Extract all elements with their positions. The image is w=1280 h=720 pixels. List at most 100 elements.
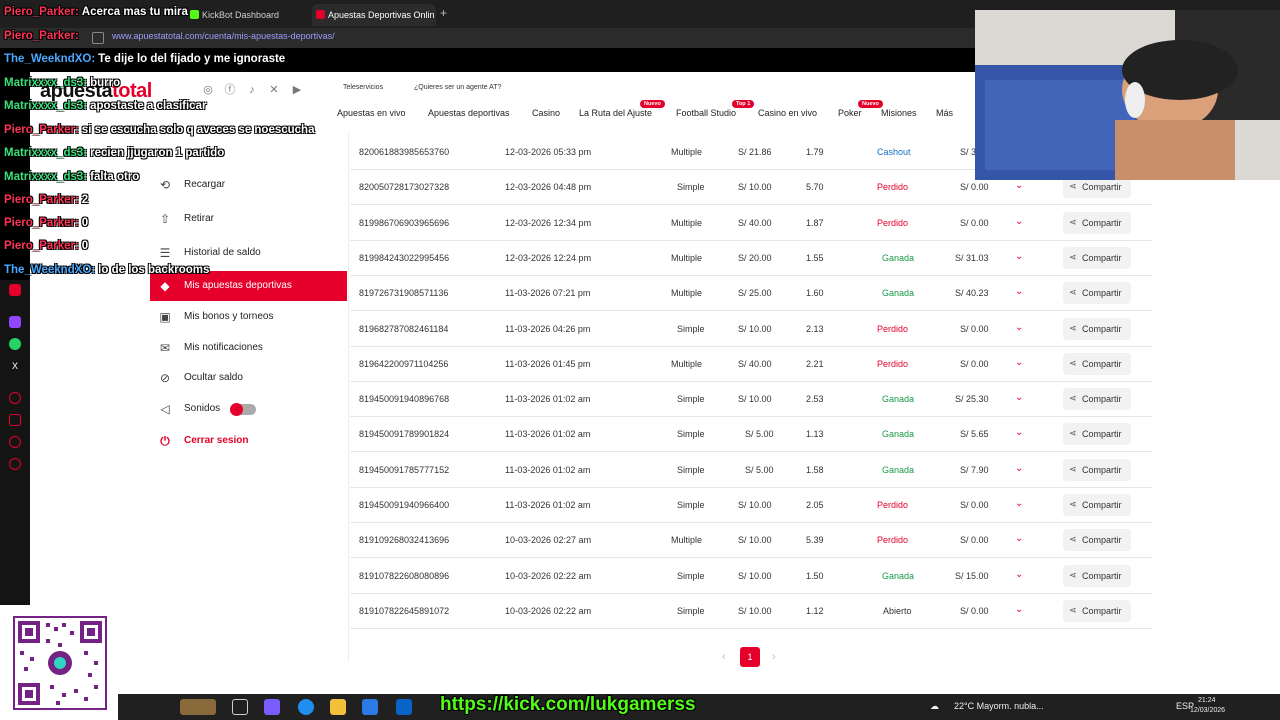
history-icon[interactable] [9, 436, 21, 448]
share-button[interactable]: ⋖ Compartir [1063, 246, 1131, 269]
chat-message: Piero_Parker: [4, 30, 79, 42]
nav-apuestas-deportivas[interactable]: Apuestas deportivas [428, 108, 510, 118]
sidebar-item-bonos[interactable]: ▣ Mis bonos y torneos [150, 302, 350, 332]
share-button[interactable]: ⋖ Compartir [1063, 211, 1131, 234]
bet-id: 819450091940966400 [359, 500, 450, 510]
nav-ruta-del-ajuste[interactable]: La Ruta del Ajuste [579, 108, 652, 118]
share-button[interactable]: ⋖ Compartir [1063, 458, 1131, 481]
share-button[interactable]: ⋖ Compartir [1063, 599, 1131, 622]
next-page-icon[interactable]: › [772, 651, 776, 663]
clock-date[interactable]: 12/03/2026 [1190, 707, 1225, 714]
nav-apuestas-en-vivo[interactable]: Apuestas en vivo [337, 108, 406, 118]
nav-poker[interactable]: Poker [838, 108, 862, 118]
bet-winnings: S/ 0.00 [960, 182, 989, 193]
share-button[interactable]: ⋖ Compartir [1063, 423, 1131, 446]
expand-chevron-icon[interactable]: ⌄ [1015, 463, 1023, 474]
expand-chevron-icon[interactable]: ⌄ [1015, 392, 1023, 403]
share-icon: ⋖ [1069, 534, 1077, 545]
share-icon: ⋖ [1069, 181, 1077, 192]
share-button[interactable]: ⋖ Compartir [1063, 564, 1131, 587]
edge-icon[interactable] [298, 699, 314, 715]
twitch-icon[interactable] [9, 316, 21, 328]
share-button[interactable]: ⋖ Compartir [1063, 282, 1131, 305]
bet-id: 819450091785777152 [359, 464, 450, 475]
expand-chevron-icon[interactable]: ⌄ [1015, 216, 1023, 227]
url-text[interactable]: www.apuestatotal.com/cuenta/mis-apuestas… [112, 31, 335, 41]
share-label: Compartir [1082, 182, 1122, 193]
nav-casino[interactable]: Casino [532, 108, 560, 118]
expand-chevron-icon[interactable]: ⌄ [1015, 251, 1023, 262]
bet-date: 11-03-2026 04:26 pm [505, 323, 591, 334]
expand-chevron-icon[interactable]: ⌄ [1015, 180, 1023, 191]
share-button[interactable]: ⋖ Compartir [1063, 494, 1131, 516]
sidebar-item-retirar[interactable]: ⇧ Retirar [150, 204, 350, 234]
expand-chevron-icon[interactable]: ⌄ [1015, 533, 1023, 544]
expand-chevron-icon[interactable]: ⌄ [1015, 427, 1023, 438]
sidebar-item-recargar[interactable]: ⟲ Recargar [150, 170, 350, 200]
tiktok-icon[interactable]: ♪ [246, 84, 258, 96]
weather-icon[interactable]: ☁ [930, 701, 939, 712]
bet-id: 819984243022995456 [359, 252, 450, 263]
nav-casino-en-vivo[interactable]: Casino en vivo [758, 108, 817, 118]
facebook-icon[interactable]: ⓕ [224, 84, 236, 96]
game-thumbnail-icon[interactable] [180, 699, 216, 715]
bet-id: 820061883985653760 [359, 147, 450, 157]
task-view-icon[interactable] [232, 699, 248, 715]
share-label: Compartir [1082, 288, 1122, 299]
store-icon[interactable] [362, 699, 378, 715]
weather-text[interactable]: 22°C Mayorm. nubla... [954, 701, 1044, 711]
share-button[interactable]: ⋖ Compartir [1063, 388, 1131, 411]
nav-mas[interactable]: Más [936, 108, 953, 118]
share-icon: ⋖ [1069, 499, 1077, 509]
bet-amount: S/ 10.00 [738, 323, 772, 334]
copilot-icon[interactable] [264, 699, 280, 715]
expand-chevron-icon[interactable]: ⌄ [1015, 569, 1023, 580]
tab-apuestas[interactable]: Apuestas Deportivas Onlin [312, 4, 436, 26]
table-row: 819984243022995456 12-03-2026 12:24 pm Mul… [350, 241, 1152, 276]
youtube-icon[interactable]: ▶ [291, 84, 303, 96]
agent-link[interactable]: ¿Quieres ser un agente AT? [414, 84, 501, 91]
sidebar-item-ocultar-saldo[interactable]: ⊘ Ocultar saldo [150, 363, 350, 393]
site-info-icon[interactable] [92, 32, 104, 44]
page-1-button[interactable]: 1 [740, 647, 760, 667]
share-button[interactable]: ⋖ Compartir [1063, 317, 1131, 340]
share-icon: ⋖ [1069, 251, 1077, 262]
extension-icon[interactable] [9, 414, 21, 426]
bet-date: 12-03-2026 05:33 pm [505, 147, 592, 157]
recent-icon[interactable] [9, 392, 21, 404]
nav-football-studio[interactable]: Football Studio [676, 108, 736, 118]
bet-amount: S/ 40.00 [738, 358, 772, 369]
nav-misiones[interactable]: Misiones [881, 108, 917, 118]
expand-chevron-icon[interactable]: ⌄ [1015, 604, 1023, 615]
withdraw-icon: ⇧ [159, 212, 171, 226]
expand-chevron-icon[interactable]: ⌄ [1015, 357, 1023, 368]
expand-chevron-icon[interactable]: ⌄ [1015, 498, 1023, 509]
sound-toggle[interactable] [230, 403, 256, 416]
bet-date: 11-03-2026 01:02 am [505, 464, 591, 475]
new-tab-icon[interactable]: + [440, 6, 447, 20]
x-icon[interactable]: X [9, 360, 21, 372]
expand-chevron-icon[interactable]: ⌄ [1015, 322, 1023, 333]
bet-type: Simple [677, 323, 705, 334]
teleservicios-link[interactable]: Teleservicios [343, 84, 383, 91]
x-icon[interactable]: ✕ [268, 84, 280, 96]
sidebar-item-cerrar-sesion[interactable]: ⏻ Cerrar sesion [150, 426, 350, 456]
whatsapp-icon[interactable] [9, 338, 21, 350]
instagram-icon[interactable]: ◎ [202, 84, 214, 96]
gmail-icon[interactable] [9, 284, 21, 296]
ticket-icon: ◆ [160, 279, 170, 293]
status-badge: Perdido [877, 182, 909, 193]
expand-chevron-icon[interactable]: ⌄ [1015, 286, 1023, 297]
share-label: Compartir [1082, 500, 1122, 510]
bet-odds: 2.13 [806, 323, 824, 334]
file-explorer-icon[interactable] [330, 699, 346, 715]
share-label: Compartir [1082, 429, 1122, 440]
settings-icon[interactable] [9, 458, 21, 470]
prev-page-icon[interactable]: ‹ [722, 651, 726, 663]
tab-kickbot[interactable]: KickBot Dashboard [186, 4, 310, 26]
share-button[interactable]: ⋖ Compartir [1063, 352, 1131, 375]
sidebar-item-notificaciones[interactable]: ✉ Mis notificaciones [150, 333, 350, 363]
clock-time[interactable]: 21:24 [1198, 697, 1216, 704]
share-button[interactable]: ⋖ Compartir [1063, 529, 1131, 552]
outlook-icon[interactable] [396, 699, 412, 715]
